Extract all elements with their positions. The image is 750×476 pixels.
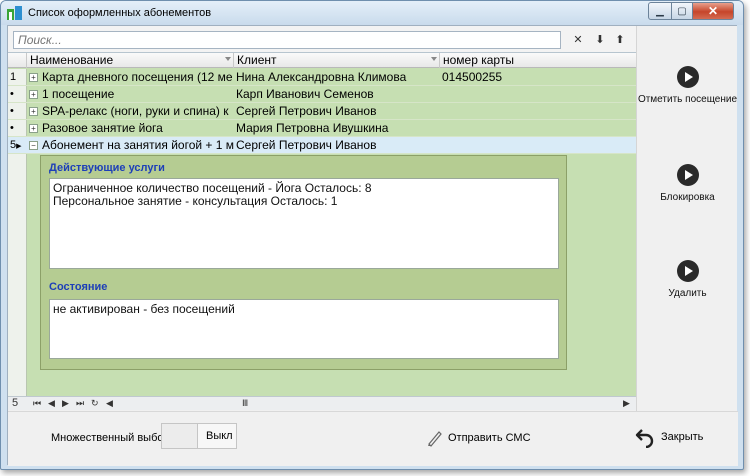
- send-sms-label: Отправить СМС: [448, 432, 531, 444]
- current-row-arrow-icon: ▶: [16, 143, 22, 150]
- window-title: Список оформленных абонементов: [28, 7, 212, 19]
- search-prev-icon[interactable]: ⬆: [613, 33, 627, 47]
- subscriptions-grid: Наименование Клиент номер карты 1 + Карт…: [8, 52, 636, 396]
- filter-dropdown-icon[interactable]: [431, 57, 437, 61]
- row-indicator: 1: [10, 71, 17, 83]
- minimize-icon: ▁: [656, 5, 664, 17]
- column-header-name-label: Наименование: [30, 53, 114, 67]
- mark-visit-button[interactable]: Отметить посещение: [637, 66, 738, 106]
- cell-client: Сергей Петрович Иванов: [236, 104, 377, 118]
- grid-header: Наименование Клиент номер карты: [8, 53, 636, 68]
- cell-name: Карта дневного посещения (12 ме: [42, 70, 233, 84]
- row-indicator: •: [10, 122, 14, 134]
- search-bar: ✕ ⬇ ⬆: [8, 26, 636, 52]
- multi-select-label: Множественный выбор: [51, 432, 170, 444]
- last-record-icon[interactable]: ⏭: [76, 398, 84, 409]
- undo-arrow-icon: [635, 429, 654, 448]
- expand-plus-icon[interactable]: +: [29, 107, 38, 116]
- clear-search-icon[interactable]: ✕: [571, 33, 585, 47]
- state-box: не активирован - без посещений: [49, 299, 559, 359]
- close-button[interactable]: Закрыть: [634, 425, 703, 449]
- filter-dropdown-icon[interactable]: [225, 57, 231, 61]
- row-indicator: 5▶: [10, 139, 22, 151]
- cell-card: 014500255: [442, 70, 503, 84]
- column-header-client[interactable]: Клиент: [234, 53, 440, 68]
- cell-client: Сергей Петрович Иванов: [236, 138, 377, 152]
- close-window-button[interactable]: ✕: [692, 2, 734, 20]
- app-logo-icon: [7, 6, 22, 20]
- cell-card: [442, 137, 632, 153]
- scroll-right-icon[interactable]: ▶: [623, 398, 630, 409]
- column-header-card[interactable]: номер карты: [440, 53, 636, 68]
- service-item: Персональное занятие - консультация Оста…: [53, 194, 338, 208]
- cell-name: Разовое занятие йога: [42, 121, 163, 135]
- table-row[interactable]: • + 1 посещение Карп Иванович Семенов: [8, 86, 636, 103]
- row-detail-panel: Действующие услуги Ограниченное количест…: [40, 155, 567, 370]
- delete-button[interactable]: Удалить: [637, 260, 738, 300]
- play-icon: [676, 164, 699, 186]
- table-row[interactable]: 1 + Карта дневного посещения (12 ме Нина…: [8, 69, 636, 86]
- play-icon: [676, 260, 699, 282]
- toggle-knob: [162, 424, 198, 448]
- bottom-bar: Множественный выбор Выкл Отправить СМС З…: [8, 411, 738, 466]
- scrollbar-thumb[interactable]: Ⅲ: [242, 398, 248, 409]
- cell-card: [442, 103, 632, 119]
- prev-record-icon[interactable]: ◀: [48, 398, 55, 409]
- record-count: 5: [12, 397, 19, 409]
- cell-client: Карп Иванович Семенов: [236, 87, 374, 101]
- send-sms-button[interactable]: Отправить СМС: [425, 426, 531, 450]
- cell-name: SPA-релакс (ноги, руки и спина) к: [42, 104, 229, 118]
- table-row-selected[interactable]: 5▶ − Абонемент на занятия йогой + 1 м Се…: [8, 137, 636, 154]
- services-label: Действующие услуги: [49, 162, 165, 174]
- search-input[interactable]: [13, 31, 561, 49]
- cell-name: Абонемент на занятия йогой + 1 м: [42, 138, 234, 152]
- header-indicator-cell: [8, 53, 27, 68]
- close-label: Закрыть: [661, 431, 704, 443]
- maximize-icon: ▢: [677, 5, 687, 17]
- table-row[interactable]: • + SPA-релакс (ноги, руки и спина) к Се…: [8, 103, 636, 120]
- cell-card: [442, 86, 632, 102]
- play-icon: [676, 66, 699, 88]
- minimize-button[interactable]: ▁: [648, 2, 672, 20]
- expand-plus-icon[interactable]: +: [29, 73, 38, 82]
- delete-label: Удалить: [668, 288, 707, 299]
- column-header-client-label: Клиент: [237, 53, 277, 67]
- services-box: Ограниченное количество посещений - Йога…: [49, 178, 559, 269]
- cell-client: Мария Петровна Ивушкина: [236, 121, 389, 135]
- action-panel: Отметить посещение Блокировка Удалить: [636, 26, 737, 411]
- main-window: Список оформленных абонементов ▁ ▢ ✕ ✕ ⬇…: [0, 0, 744, 470]
- collapse-minus-icon[interactable]: −: [29, 141, 38, 150]
- title-bar: Список оформленных абонементов ▁ ▢ ✕: [1, 1, 743, 25]
- cell-card: [442, 120, 632, 136]
- block-label: Блокировка: [660, 192, 715, 203]
- client-area: ✕ ⬇ ⬆ Наименование Клиент номер карты: [7, 25, 738, 466]
- expand-plus-icon[interactable]: +: [29, 124, 38, 133]
- grid-navigator: 5 ⏮ ◀ ▶ ⏭ ↻ ◀ Ⅲ ▶: [8, 396, 636, 410]
- refresh-icon[interactable]: ↻: [91, 398, 99, 409]
- multi-select-toggle[interactable]: Выкл: [161, 423, 237, 449]
- state-label: Состояние: [49, 281, 108, 293]
- toggle-state-label: Выкл: [206, 430, 233, 442]
- next-record-icon[interactable]: ▶: [62, 398, 69, 409]
- maximize-button[interactable]: ▢: [671, 2, 693, 20]
- table-row[interactable]: • + Разовое занятие йога Мария Петровна …: [8, 120, 636, 137]
- pen-icon: [428, 431, 442, 447]
- state-value: не активирован - без посещений: [53, 302, 235, 316]
- close-icon: ✕: [707, 4, 719, 18]
- block-button[interactable]: Блокировка: [637, 164, 738, 204]
- scroll-left-icon[interactable]: ◀: [106, 398, 113, 409]
- cell-name: 1 посещение: [42, 87, 115, 101]
- column-header-name[interactable]: Наименование: [27, 53, 234, 68]
- mark-visit-label: Отметить посещение: [637, 94, 738, 105]
- cell-client: Нина Александровна Климова: [236, 70, 407, 84]
- row-indicator: •: [10, 105, 14, 117]
- search-next-icon[interactable]: ⬇: [593, 33, 607, 47]
- first-record-icon[interactable]: ⏮: [33, 398, 41, 409]
- row-indicator: •: [10, 88, 14, 100]
- expand-plus-icon[interactable]: +: [29, 90, 38, 99]
- column-header-card-label: номер карты: [443, 53, 514, 67]
